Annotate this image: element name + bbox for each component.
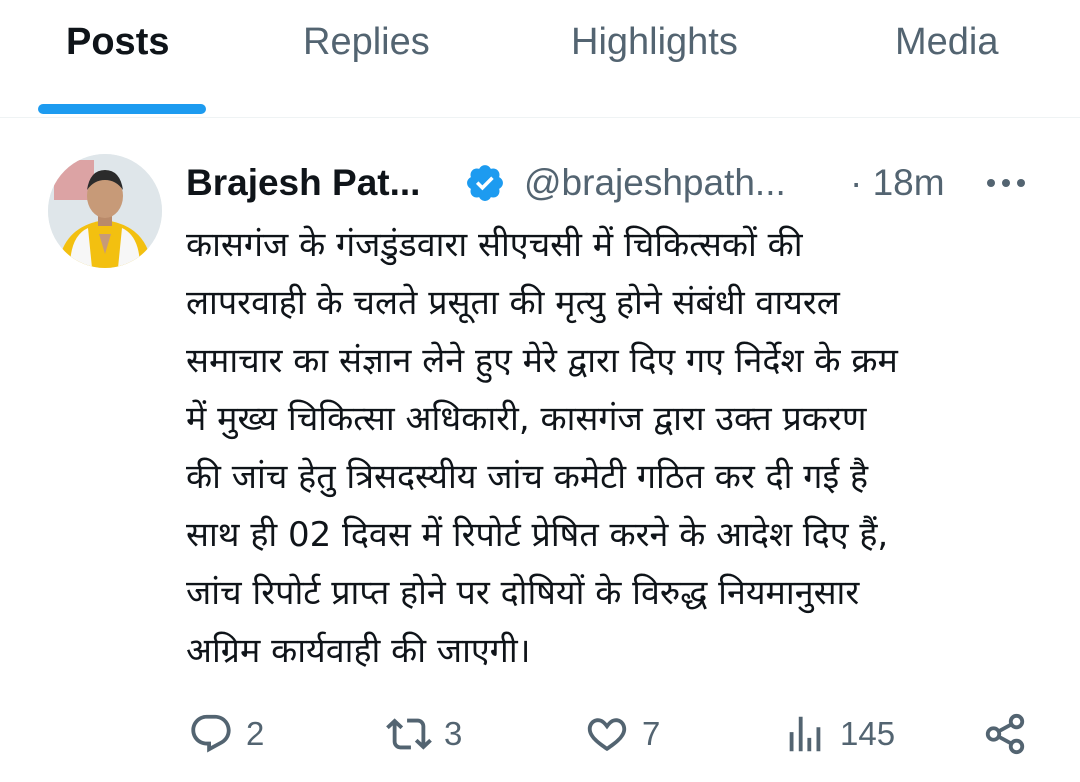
- reply-button[interactable]: 2: [188, 706, 264, 762]
- share-icon: [985, 713, 1025, 755]
- repost-count: 3: [444, 715, 463, 752]
- more-options-icon[interactable]: [984, 170, 1028, 196]
- post-timestamp[interactable]: · 18m: [850, 158, 945, 208]
- post-text-line: जांच रिपोर्ट प्राप्त होने पर दोषियों के …: [186, 573, 860, 613]
- tab-posts[interactable]: Posts: [66, 18, 169, 66]
- repost-button[interactable]: 3: [386, 706, 462, 762]
- post-actions: 2 3 7 145: [186, 706, 1046, 762]
- post-text-line: लापरवाही के चलते प्रसूता की मृत्यु होने …: [186, 283, 840, 323]
- profile-tabs: Posts Replies Highlights Media: [0, 0, 1080, 118]
- post-text-line: की जांच हेतु त्रिसदस्यीय जांच कमेटी गठित…: [186, 457, 868, 497]
- post-text-line: अग्रिम कार्यवाही की जाएगी।: [186, 631, 531, 671]
- views-button[interactable]: 145: [782, 706, 895, 762]
- post-text-line: में मुख्य चिकित्सा अधिकारी, कासगंज द्वार…: [186, 399, 867, 439]
- repost-icon: [386, 718, 432, 750]
- share-button[interactable]: [982, 706, 1028, 762]
- author-name[interactable]: Brajesh Pat...: [186, 158, 420, 208]
- views-count: 145: [840, 715, 896, 752]
- post-text-line: समाचार का संज्ञान लेने हुए मेरे द्वारा द…: [186, 341, 898, 381]
- analytics-icon: [789, 716, 821, 752]
- active-tab-indicator: [38, 104, 206, 114]
- post-text: कासगंज के गंजडुंडवारा सीएचसी में चिकित्स…: [186, 216, 1046, 680]
- post-text-line: साथ ही 02 दिवस में रिपोर्ट प्रेषित करने …: [186, 515, 889, 555]
- verified-badge-icon: [467, 165, 503, 201]
- reply-icon: [191, 714, 231, 753]
- tab-replies[interactable]: Replies: [303, 18, 430, 66]
- author-handle[interactable]: @brajeshpath...: [524, 158, 786, 208]
- like-count: 7: [642, 715, 661, 752]
- tab-media[interactable]: Media: [895, 18, 999, 66]
- avatar[interactable]: [48, 154, 162, 268]
- post-text-line: कासगंज के गंजडुंडवारा सीएचसी में चिकित्स…: [186, 225, 803, 265]
- heart-icon: [587, 718, 627, 752]
- tab-highlights[interactable]: Highlights: [571, 18, 738, 66]
- reply-count: 2: [246, 715, 265, 752]
- like-button[interactable]: 7: [584, 706, 660, 762]
- post-header: Brajesh Pat... @brajeshpath... · 18m: [186, 158, 1046, 208]
- avatar-image: [48, 154, 162, 268]
